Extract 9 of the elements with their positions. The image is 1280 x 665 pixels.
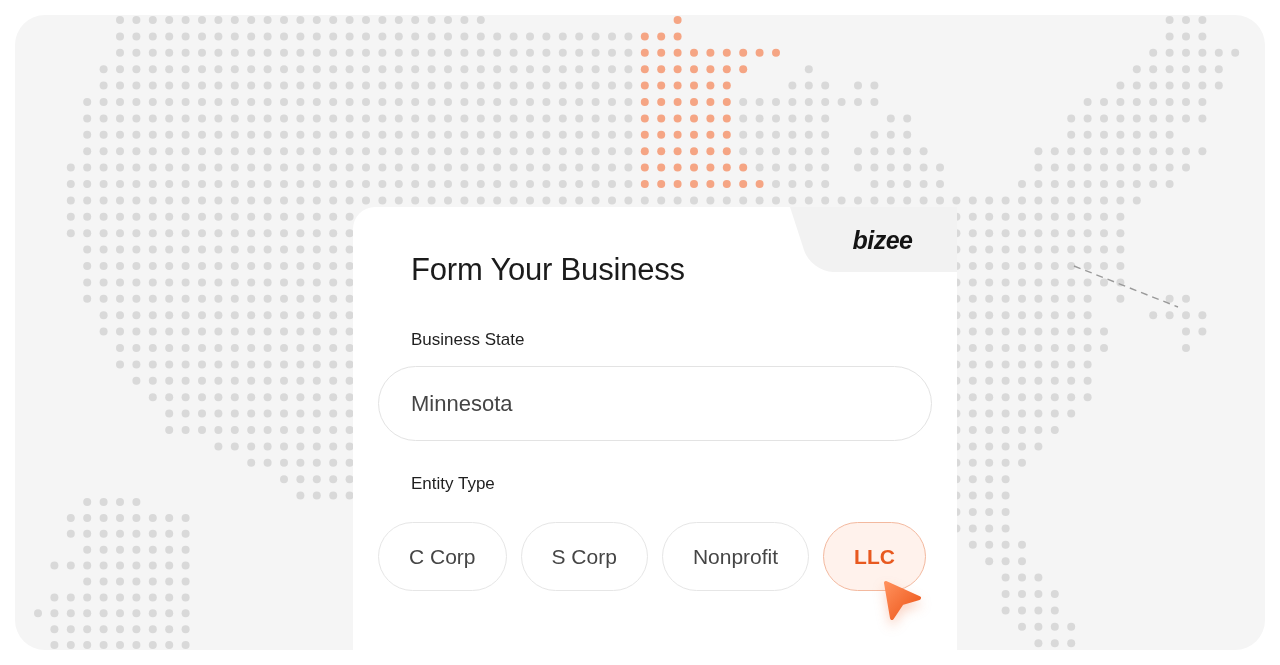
form-title: Form Your Business xyxy=(411,251,685,289)
brand-logo: bizee xyxy=(852,224,913,255)
entity-type-button[interactable]: S Corp xyxy=(520,522,648,591)
field-label: Business State xyxy=(411,329,525,351)
state-input-field[interactable]: Minnesota xyxy=(378,366,932,441)
field-label: Entity Type xyxy=(411,473,495,495)
entity-type-button[interactable]: C Corp xyxy=(378,522,507,591)
cursor-icon xyxy=(881,578,923,622)
entity-type-button[interactable]: Nonprofit xyxy=(661,522,810,591)
